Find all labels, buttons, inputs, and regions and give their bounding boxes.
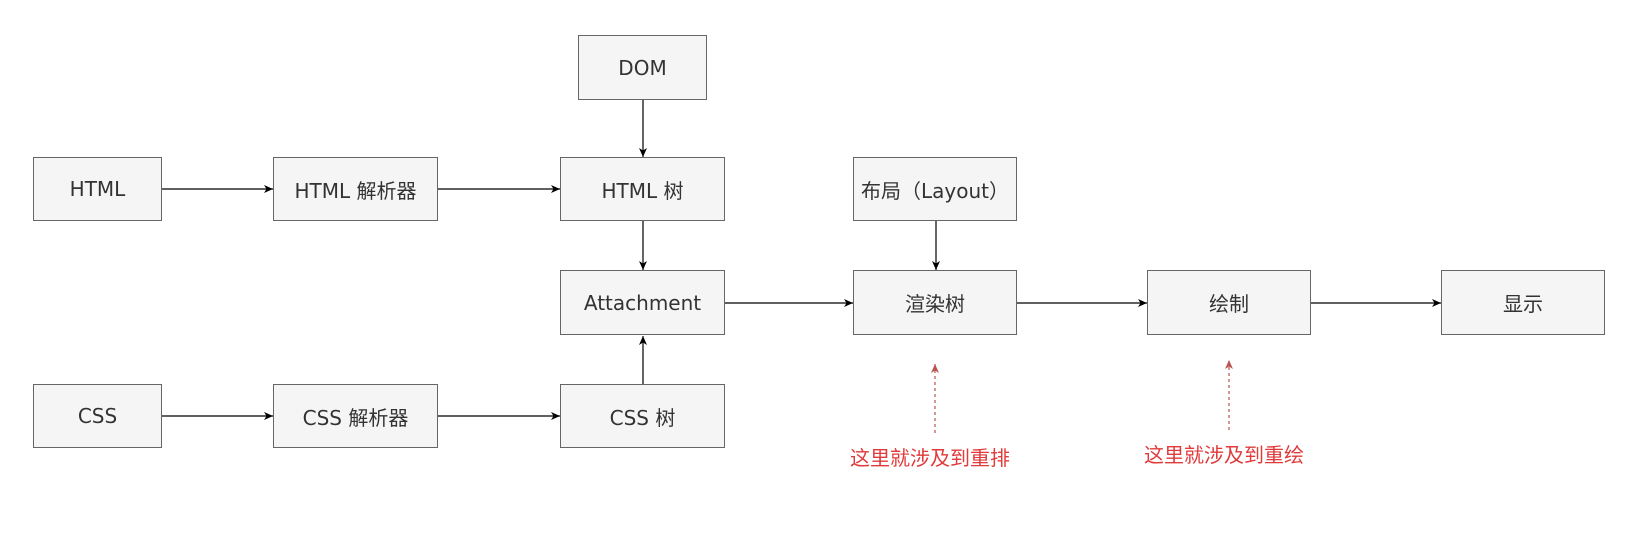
node-html-parser-label: HTML 解析器 — [294, 178, 417, 203]
repaint-note: 这里就涉及到重绘 — [1144, 443, 1304, 467]
node-render-tree-label: 渲染树 — [905, 292, 965, 316]
node-html: HTML — [33, 157, 162, 221]
node-attachment: Attachment — [560, 270, 725, 335]
node-dom-label: DOM — [618, 55, 667, 80]
node-layout-label: 布局（Layout） — [861, 178, 1009, 203]
node-html-parser: HTML 解析器 — [273, 157, 438, 221]
reflow-note: 这里就涉及到重排 — [850, 446, 1010, 470]
node-attachment-label: Attachment — [583, 290, 702, 315]
node-dom: DOM — [578, 35, 707, 100]
node-css-parser-label: CSS 解析器 — [302, 405, 409, 430]
node-css-tree-label: CSS 树 — [609, 405, 676, 430]
node-display: 显示 — [1441, 270, 1605, 335]
node-css-tree: CSS 树 — [560, 384, 725, 448]
node-html-tree: HTML 树 — [560, 157, 725, 221]
node-layout: 布局（Layout） — [853, 157, 1017, 221]
node-render-tree: 渲染树 — [853, 270, 1017, 335]
node-paint-label: 绘制 — [1209, 292, 1249, 316]
flow-diagram: DOM HTML HTML 解析器 HTML 树 布局（Layout） Atta… — [0, 0, 1645, 540]
node-display-label: 显示 — [1503, 292, 1543, 316]
node-html-tree-label: HTML 树 — [601, 178, 684, 203]
node-css-label: CSS — [77, 404, 118, 428]
connectors — [162, 100, 1441, 433]
node-css-parser: CSS 解析器 — [273, 384, 438, 448]
node-paint: 绘制 — [1147, 270, 1311, 335]
node-html-label: HTML — [69, 177, 126, 201]
node-css: CSS — [33, 384, 162, 448]
